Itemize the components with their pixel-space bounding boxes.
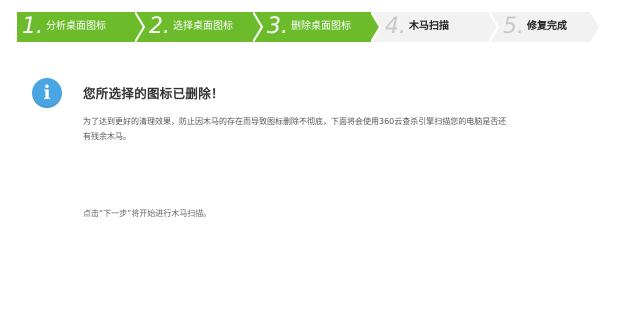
- step-4-number: 4.: [385, 14, 406, 39]
- step-5-number: 5.: [503, 14, 524, 39]
- step-2-number: 2.: [149, 14, 170, 39]
- step-4-trojan-scan: 4. 木马扫描: [371, 12, 498, 42]
- step-progress-bar: 1. 分析桌面图标 2. 选择桌面图标 3. 删除桌面图标 4. 木马扫描 5.…: [17, 12, 613, 42]
- step-5-label: 修复完成: [527, 21, 567, 32]
- step-1-number: 1.: [22, 14, 43, 39]
- next-step-hint: 点击“下一步”将开始进行木马扫描。: [83, 209, 212, 218]
- step-4-label: 木马扫描: [409, 21, 449, 32]
- step-5-repair-complete: 5. 修复完成: [489, 12, 599, 42]
- description-text: 为了达到更好的清理效果，防止因木马的存在而导致图标删除不彻底，下面将会使用360…: [83, 117, 507, 141]
- step-2-select-icons: 2. 选择桌面图标: [135, 12, 262, 42]
- step-1-analyze-icons: 1. 分析桌面图标: [17, 12, 144, 42]
- step-3-number: 3.: [267, 14, 288, 39]
- step-1-label: 分析桌面图标: [46, 21, 106, 32]
- step-3-label: 删除桌面图标: [291, 21, 351, 32]
- step-3-delete-icons: 3. 删除桌面图标: [253, 12, 380, 42]
- page-title: 您所选择的图标已删除！: [83, 86, 224, 101]
- info-icon: i: [32, 78, 62, 108]
- step-2-label: 选择桌面图标: [173, 21, 233, 32]
